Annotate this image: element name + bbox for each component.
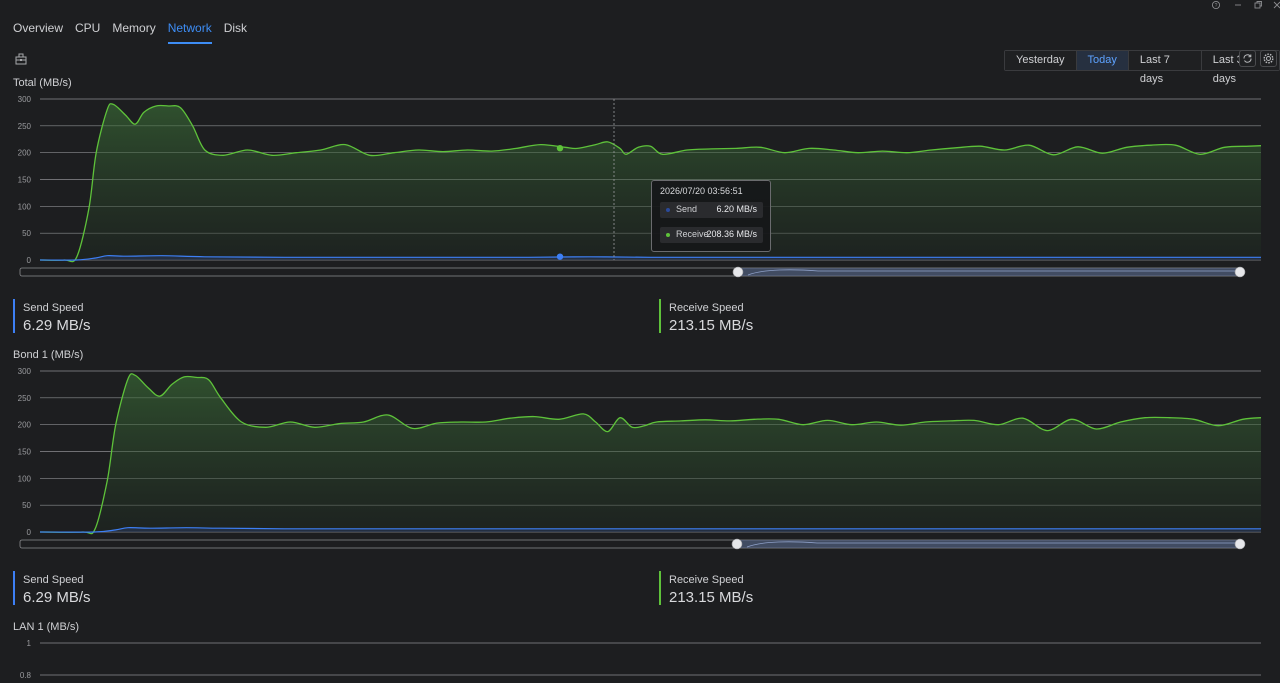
send-indicator-bar	[13, 571, 15, 605]
y-tick-label: 200	[18, 421, 32, 430]
settings-icon	[1263, 53, 1274, 64]
y-tick-label: 250	[18, 122, 32, 131]
y-tick-label: 0	[27, 256, 32, 265]
y-tick-label: 250	[18, 394, 32, 403]
y-tick-label: 1	[27, 639, 32, 648]
send-hover-point	[556, 253, 564, 260]
section-title-total: Total (MB/s)	[13, 77, 72, 89]
receive-speed-value: 213.15 MB/s	[669, 589, 754, 606]
tooltip-receive-name: Receive	[676, 229, 709, 239]
zoom-slider-handle-left[interactable]	[732, 266, 744, 278]
restore-icon[interactable]	[1252, 0, 1264, 10]
export-icon[interactable]	[14, 52, 28, 66]
y-tick-label: 300	[18, 95, 32, 104]
send-speed-label: Send Speed	[23, 302, 84, 314]
tooltip-send-name: Send	[676, 204, 698, 214]
receive-hover-point	[556, 144, 564, 152]
refresh-button[interactable]	[1239, 50, 1256, 67]
bond1-chart: 300 250 200 150 100 50 0	[18, 367, 1262, 550]
help-icon[interactable]: ?	[1210, 0, 1222, 10]
zoom-slider-handle-left[interactable]	[731, 538, 743, 550]
range-yesterday-button[interactable]: Yesterday	[1005, 51, 1077, 70]
receive-speed-label: Receive Speed	[669, 302, 744, 314]
send-speed-stat: Send Speed 6.29 MB/s	[13, 299, 223, 334]
tab-overview[interactable]: Overview	[13, 18, 63, 42]
y-tick-label: 0.8	[20, 671, 32, 680]
y-tick-label: 100	[18, 202, 32, 211]
y-tick-label: 200	[18, 149, 32, 158]
y-tick-label: 150	[18, 448, 32, 457]
zoom-slider-selection	[737, 540, 1240, 548]
tooltip-send-value: 6.20 MB/s	[716, 204, 757, 214]
settings-button[interactable]	[1260, 50, 1277, 67]
total-chart: 300 250 200 150 100 50 0	[18, 95, 1262, 278]
y-tick-label: 0	[27, 528, 32, 537]
zoom-slider-selection	[738, 268, 1240, 276]
y-tick-label: 50	[22, 501, 31, 510]
range-today-button[interactable]: Today	[1076, 51, 1129, 70]
close-icon[interactable]	[1271, 0, 1280, 10]
title-bar: ?	[0, 0, 1280, 12]
y-tick-label: 300	[18, 367, 32, 376]
tooltip-time: 2026/07/20 03:56:51	[660, 186, 743, 196]
receive-speed-stat: Receive Speed 213.15 MB/s	[659, 299, 869, 334]
receive-speed-value: 213.15 MB/s	[669, 317, 754, 334]
tab-memory[interactable]: Memory	[112, 18, 155, 42]
receive-indicator-bar	[659, 299, 661, 333]
send-speed-label: Send Speed	[23, 574, 84, 586]
zoom-slider-handle-right[interactable]	[1234, 538, 1246, 550]
tab-disk[interactable]: Disk	[224, 18, 247, 42]
zoom-slider-handle-right[interactable]	[1234, 266, 1246, 278]
receive-speed-label: Receive Speed	[669, 574, 744, 586]
receive-dot-icon	[666, 233, 670, 237]
tooltip-send-row: Send 6.20 MB/s	[660, 202, 763, 218]
y-tick-label: 150	[18, 176, 32, 185]
y-tick-label: 50	[22, 229, 31, 238]
send-speed-value: 6.29 MB/s	[23, 317, 91, 334]
bond1-receive-speed-stat: Receive Speed 213.15 MB/s	[659, 571, 869, 606]
send-dot-icon	[666, 208, 670, 212]
y-tick-label: 100	[18, 474, 32, 483]
section-title-bond1: Bond 1 (MB/s)	[13, 349, 84, 361]
lan1-chart: 10.8	[20, 639, 1261, 680]
tooltip-receive-row: Receive 208.36 MB/s	[660, 227, 763, 243]
minimize-icon[interactable]	[1232, 0, 1244, 10]
svg-text:?: ?	[1215, 3, 1218, 9]
chart-tooltip: 2026/07/20 03:56:51 Send 6.20 MB/s Recei…	[651, 180, 771, 252]
tooltip-receive-value: 208.36 MB/s	[706, 229, 757, 239]
receive-indicator-bar	[659, 571, 661, 605]
section-title-lan1: LAN 1 (MB/s)	[13, 621, 80, 633]
refresh-icon	[1243, 54, 1252, 63]
send-indicator-bar	[13, 299, 15, 333]
tab-network[interactable]: Network	[167, 18, 212, 44]
range-last-7-days-button[interactable]: Last 7 days	[1128, 51, 1202, 85]
tab-bar: Overview CPU Memory Network Disk	[13, 18, 259, 44]
tab-cpu[interactable]: CPU	[75, 18, 100, 42]
bond1-send-speed-stat: Send Speed 6.29 MB/s	[13, 571, 223, 606]
send-speed-value: 6.29 MB/s	[23, 589, 91, 606]
